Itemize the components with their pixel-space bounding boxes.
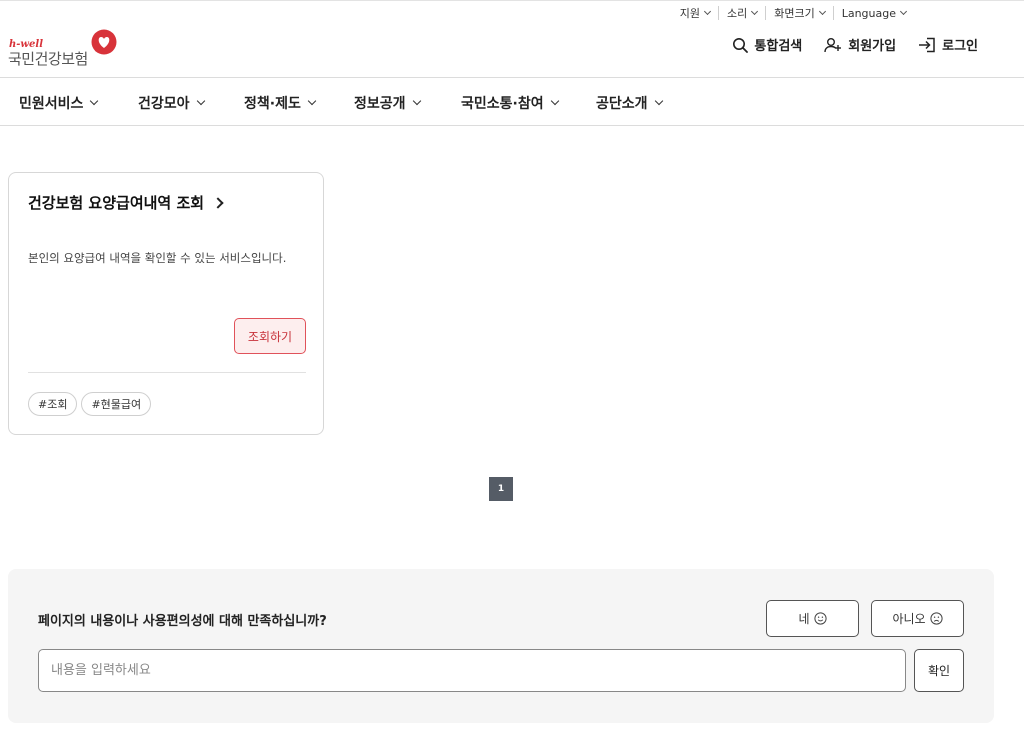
nav-item-label: 민원서비스 [19,96,84,112]
chevron-right-icon [212,196,224,209]
survey-submit-button[interactable]: 확인 [914,649,964,692]
utility-item-label: Language [841,6,896,20]
utility-item-screen-size[interactable]: 화면크기 [765,6,832,20]
utility-item-support[interactable]: 지원 [672,6,718,20]
search-label: 통합검색 [754,39,803,54]
survey-feedback-input[interactable] [38,649,906,692]
survey-question: 페이지의 내용이나 사용편의성에 대해 만족하십니까? [38,614,327,629]
utility-item-label: 화면크기 [774,7,815,20]
chevron-down-icon [412,96,421,106]
search-icon [733,37,749,53]
chevron-down-icon [703,7,712,16]
utility-item-language[interactable]: Language [832,6,914,20]
smile-icon [813,612,827,625]
login-button[interactable]: 로그인 [918,35,978,54]
chevron-down-icon [307,96,317,106]
heart-logo-icon [91,29,117,55]
nav-item-about[interactable]: 공단소개 [596,93,663,113]
chevron-down-icon [196,96,205,106]
user-plus-icon [824,37,842,52]
service-card-description: 본인의 요양급여 내역을 확인할 수 있는 서비스입니다. [28,251,287,265]
login-icon [919,37,935,52]
chevron-down-icon [90,96,99,106]
utility-item-label: 소리 [726,7,748,20]
signup-label: 회원가입 [848,39,897,54]
search-button[interactable]: 통합검색 [732,35,802,54]
nav-item-label: 공단소개 [596,96,648,112]
tag-benefit-in-kind[interactable]: #현물급여 [81,392,152,416]
chevron-down-icon [818,7,826,16]
service-card-title: 건강보험 요양급여내역 조회 [28,194,205,212]
survey-yes-label: 네 [798,612,810,626]
survey-yes-button[interactable]: 네 [766,600,859,637]
inquiry-button[interactable]: 조회하기 [234,318,306,354]
survey-no-button[interactable]: 아니오 [871,600,964,637]
nav-item-label: 건강모아 [138,96,190,112]
login-label: 로그인 [942,39,978,54]
chevron-down-icon [550,96,559,106]
site-logo[interactable]: h-well 국민건강보험 [8,29,120,69]
nav-item-label: 정보공개 [354,96,406,112]
chevron-down-icon [751,7,759,16]
page-1-button[interactable]: 1 [489,477,513,501]
logo-name: 국민건강보험 [8,50,88,68]
service-card-title-link[interactable]: 건강보험 요양급여내역 조회 [28,192,224,213]
service-card: 건강보험 요양급여내역 조회 본인의 요양급여 내역을 확인할 수 있는 서비스… [8,172,324,435]
chevron-down-icon [899,7,908,16]
tag-list: #조회 #현물급여 [28,392,155,416]
utility-bar: 지원 소리 화면크기 Language [672,6,914,20]
satisfaction-survey: 페이지의 내용이나 사용편의성에 대해 만족하십니까? 네 아니오 확인 [8,569,994,723]
nav-item-policy[interactable]: 정책·제도 [244,93,317,113]
nav-item-participation[interactable]: 국민소통·참여 [461,93,559,113]
site-header: 지원 소리 화면크기 Language h-well 국민건강보험 통합검색 회… [0,0,1024,78]
header-actions: 통합검색 회원가입 로그인 [710,35,978,54]
main-nav: 민원서비스 건강모아 정책·제도 정보공개 국민소통·참여 공단소개 [0,78,1024,126]
frown-icon [929,612,943,625]
nav-item-label: 국민소통·참여 [461,96,544,112]
chevron-down-icon [654,96,663,106]
nav-item-label: 정책·제도 [244,96,301,112]
survey-no-label: 아니오 [892,612,926,626]
nav-item-civil-service[interactable]: 민원서비스 [19,93,99,113]
divider [28,372,306,373]
tag-inquiry[interactable]: #조회 [28,392,78,416]
nav-item-disclosure[interactable]: 정보공개 [354,93,421,113]
utility-item-label: 지원 [679,7,700,20]
nav-item-health-moa[interactable]: 건강모아 [138,93,205,113]
utility-item-sound[interactable]: 소리 [717,6,765,20]
signup-button[interactable]: 회원가입 [824,35,896,54]
